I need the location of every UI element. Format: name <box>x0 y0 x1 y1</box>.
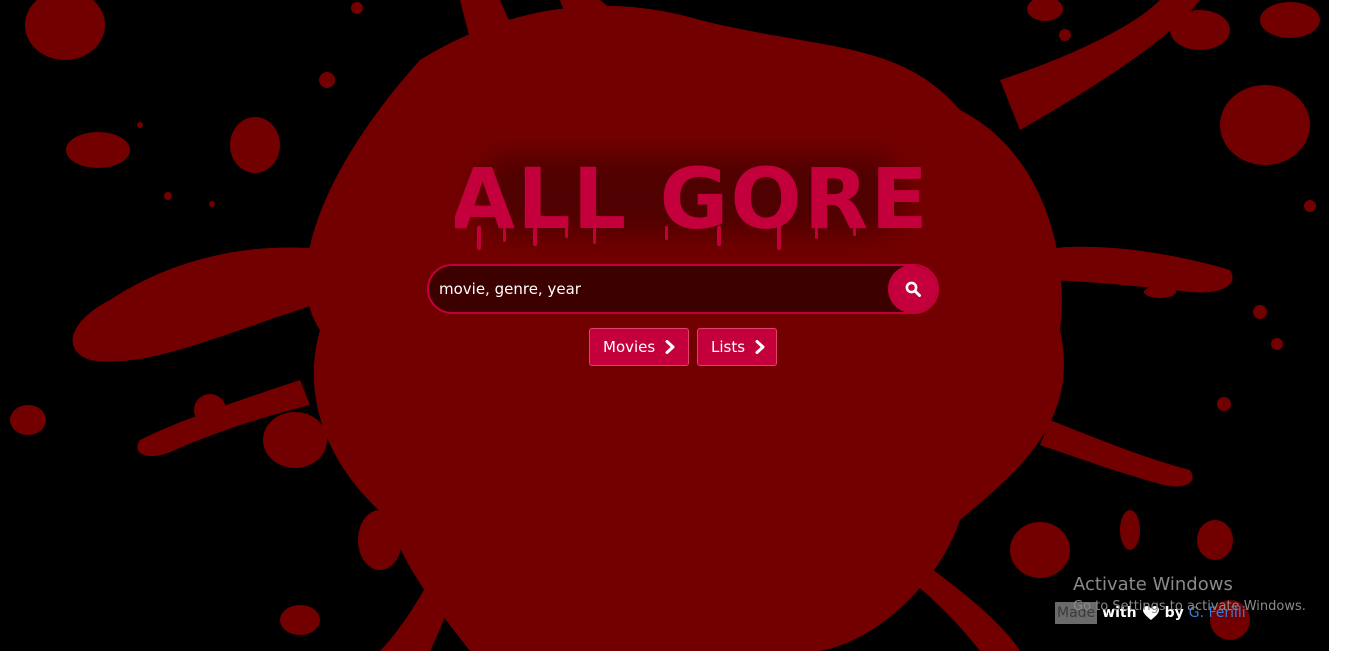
search-icon <box>905 281 921 297</box>
search-button[interactable] <box>888 266 937 312</box>
chevron-right-icon <box>665 340 675 354</box>
page: ALL GORE Movies <box>0 0 1329 651</box>
search-bar <box>427 264 939 314</box>
blood-splatter-background <box>10 0 1320 651</box>
search-input[interactable] <box>429 266 879 312</box>
movies-button[interactable]: Movies <box>589 328 689 366</box>
movies-button-label: Movies <box>603 338 656 356</box>
activate-title: Activate Windows <box>1073 574 1233 595</box>
activate-subtitle: Go to Settings to activate Windows. <box>1073 599 1306 614</box>
all-gore-logo: ALL GORE <box>455 150 925 250</box>
activate-windows-watermark: Activate Windows Go to Settings to activ… <box>1073 574 1306 616</box>
lists-button-label: Lists <box>711 338 746 356</box>
nav-buttons: Movies Lists <box>589 328 777 366</box>
lists-button[interactable]: Lists <box>697 328 777 366</box>
scrollbar-gutter <box>1329 0 1354 652</box>
chevron-right-icon <box>755 340 765 354</box>
